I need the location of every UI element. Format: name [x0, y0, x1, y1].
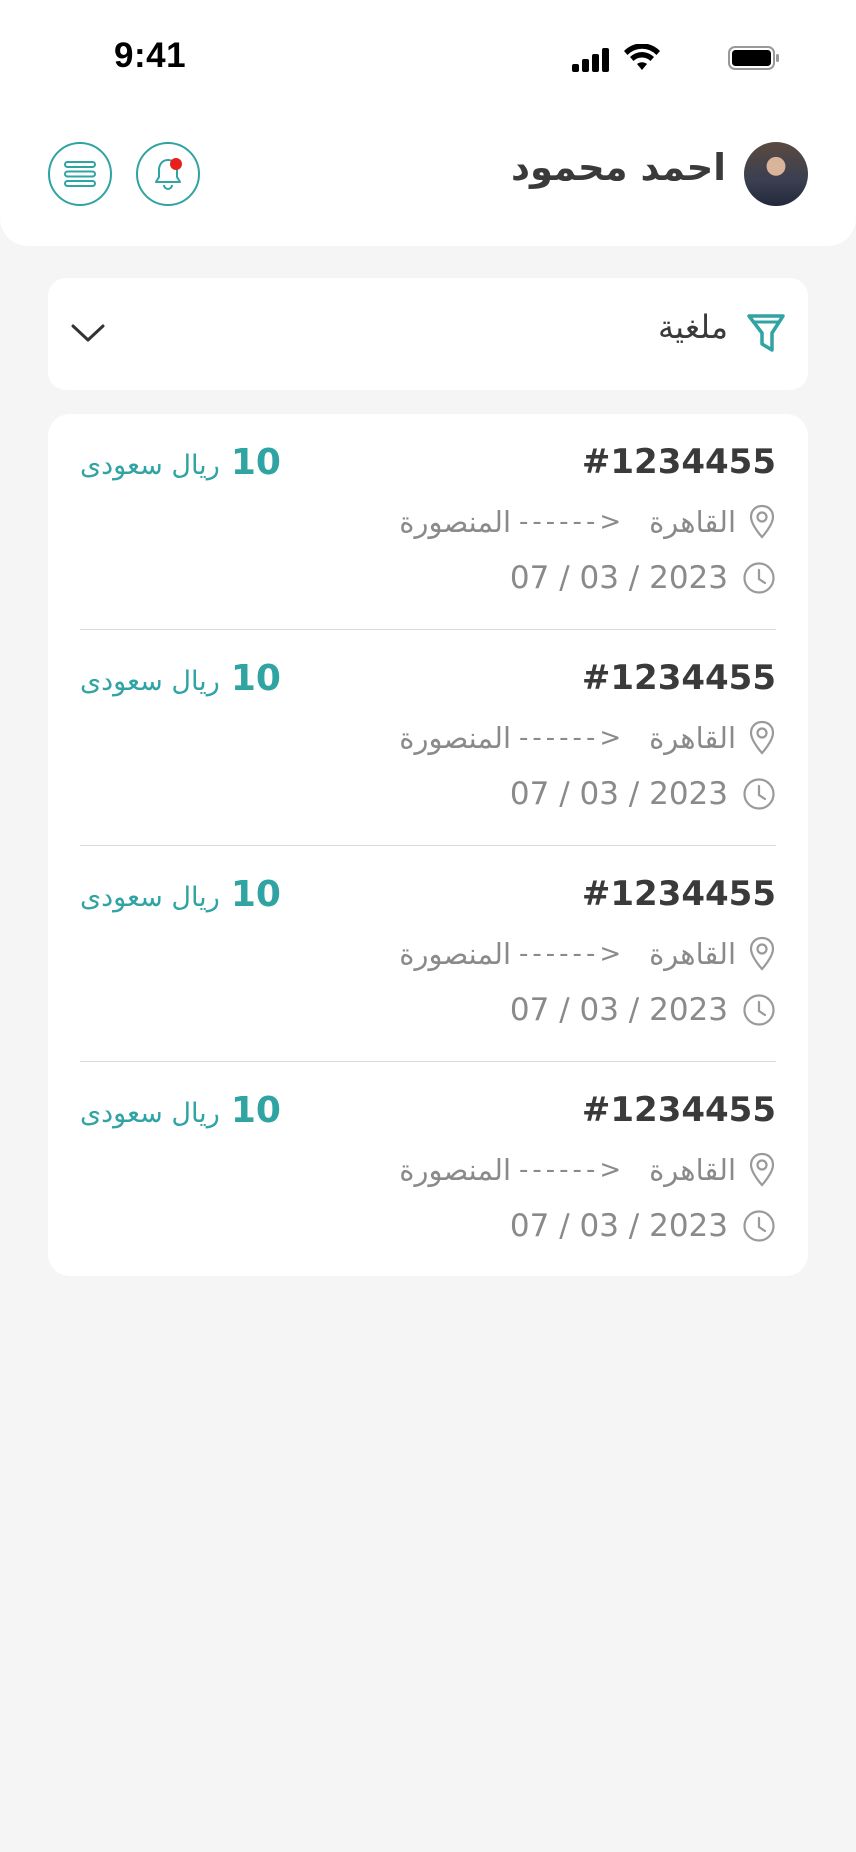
filter-funnel-icon: [747, 314, 785, 352]
route-arrow: ------>: [519, 507, 626, 537]
price-value: 10: [230, 442, 281, 483]
wifi-icon: [624, 44, 660, 70]
order-route: القاهرة ------> المنصورة: [399, 1152, 776, 1188]
route-to: المنصورة: [399, 721, 512, 755]
price-value: 10: [230, 1090, 281, 1131]
order-date-row: 07 / 03 / 2023: [510, 1208, 776, 1244]
order-price: 10 ريال سعودى: [80, 658, 281, 699]
order-date: 07 / 03 / 2023: [509, 992, 728, 1028]
filter-selected-label: ملغية: [658, 308, 728, 346]
order-route: القاهرة ------> المنصورة: [399, 936, 776, 972]
signal-icon: [572, 48, 612, 72]
location-pin-icon: [749, 936, 775, 971]
order-id: #1234455: [581, 1090, 776, 1130]
order-date-row: 07 / 03 / 2023: [510, 560, 776, 596]
order-id: #1234455: [581, 658, 776, 698]
list-item[interactable]: #1234455 10 ريال سعودى القاهرة ------> ا…: [80, 414, 776, 630]
route-to: المنصورة: [399, 1153, 512, 1187]
price-currency: ريال سعودى: [80, 666, 220, 697]
order-date-row: 07 / 03 / 2023: [510, 992, 776, 1028]
app-header: 9:41 احمد محمود: [0, 0, 856, 246]
price-currency: ريال سعودى: [80, 1098, 220, 1129]
price-value: 10: [230, 658, 281, 699]
location-pin-icon: [749, 504, 775, 539]
clock-icon: [743, 562, 775, 594]
status-time: 9:41: [114, 36, 187, 75]
user-avatar[interactable]: [744, 142, 808, 206]
route-to: المنصورة: [399, 505, 512, 539]
list-item[interactable]: #1234455 10 ريال سعودى القاهرة ------> ا…: [80, 846, 776, 1062]
order-price: 10 ريال سعودى: [80, 1090, 281, 1131]
order-date-row: 07 / 03 / 2023: [510, 776, 776, 812]
order-id: #1234455: [581, 874, 776, 914]
price-currency: ريال سعودى: [80, 882, 220, 913]
route-from: القاهرة: [649, 505, 736, 539]
price-currency: ريال سعودى: [80, 450, 220, 481]
clock-icon: [743, 1210, 775, 1242]
chevron-down-icon: [71, 324, 105, 342]
order-route: القاهرة ------> المنصورة: [399, 720, 776, 756]
location-pin-icon: [749, 1152, 775, 1187]
battery-icon: [728, 46, 779, 70]
clock-icon: [743, 778, 775, 810]
list-item[interactable]: #1234455 10 ريال سعودى القاهرة ------> ا…: [80, 1062, 776, 1278]
list-item[interactable]: #1234455 10 ريال سعودى القاهرة ------> ا…: [80, 630, 776, 846]
order-route: القاهرة ------> المنصورة: [399, 504, 776, 540]
route-from: القاهرة: [649, 937, 736, 971]
orders-list: #1234455 10 ريال سعودى القاهرة ------> ا…: [48, 414, 808, 1276]
order-price: 10 ريال سعودى: [80, 442, 281, 483]
route-arrow: ------>: [519, 723, 626, 753]
route-arrow: ------>: [519, 939, 626, 969]
route-to: المنصورة: [399, 937, 512, 971]
user-name: احمد محمود: [511, 146, 726, 189]
price-value: 10: [230, 874, 281, 915]
order-date: 07 / 03 / 2023: [509, 560, 728, 596]
notification-dot: [170, 158, 182, 170]
route-from: القاهرة: [649, 721, 736, 755]
route-from: القاهرة: [649, 1153, 736, 1187]
menu-button[interactable]: [48, 142, 112, 206]
menu-icon: [64, 161, 96, 187]
order-date: 07 / 03 / 2023: [509, 1208, 728, 1244]
notifications-button[interactable]: [136, 142, 200, 206]
order-id: #1234455: [581, 442, 776, 482]
order-date: 07 / 03 / 2023: [509, 776, 728, 812]
location-pin-icon: [749, 720, 775, 755]
order-price: 10 ريال سعودى: [80, 874, 281, 915]
status-filter-dropdown[interactable]: ملغية: [48, 278, 808, 390]
route-arrow: ------>: [519, 1155, 626, 1185]
clock-icon: [743, 994, 775, 1026]
